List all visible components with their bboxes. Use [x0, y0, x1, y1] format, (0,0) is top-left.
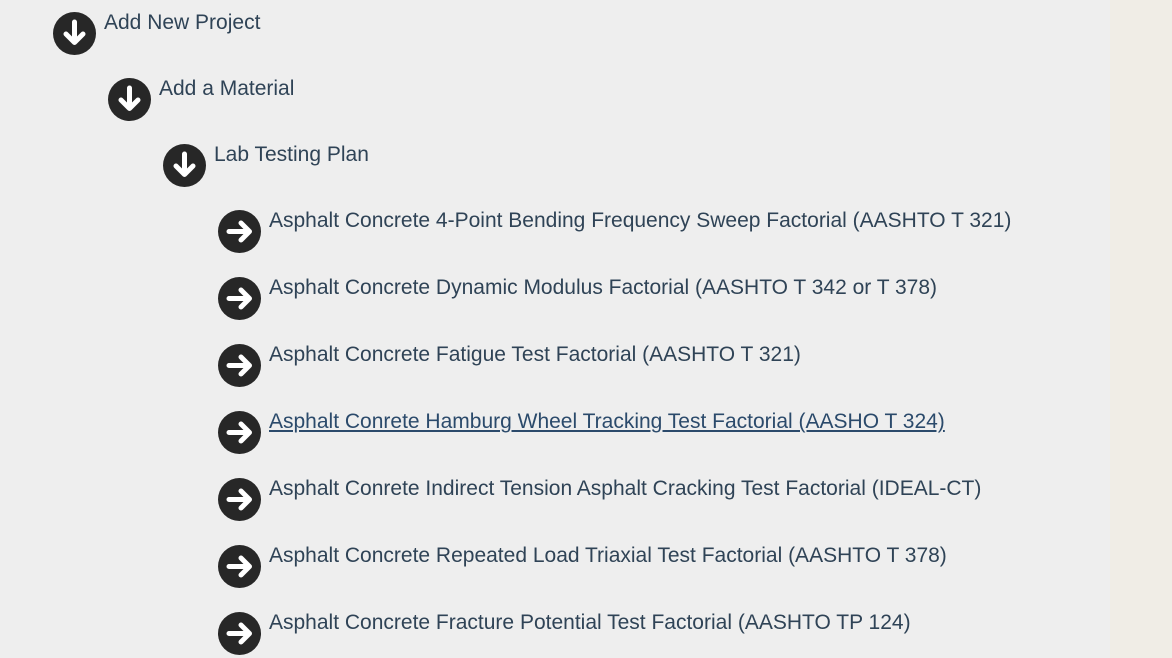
- arrow-right-circle-icon[interactable]: [218, 411, 261, 454]
- test-factorial-item[interactable]: Asphalt Concrete Fracture Potential Test…: [218, 611, 911, 657]
- arrow-right-circle-icon[interactable]: [218, 210, 261, 253]
- test-factorial-link[interactable]: Asphalt Conrete Indirect Tension Asphalt…: [269, 477, 981, 501]
- arrow-down-circle-icon[interactable]: [163, 144, 206, 187]
- test-factorial-item[interactable]: Asphalt Conrete Indirect Tension Asphalt…: [218, 477, 981, 523]
- arrow-right-circle-icon[interactable]: [218, 478, 261, 521]
- test-factorial-link[interactable]: Asphalt Concrete Fracture Potential Test…: [269, 611, 911, 635]
- test-factorial-item[interactable]: Asphalt Concrete Repeated Load Triaxial …: [218, 544, 947, 590]
- arrow-right-circle-icon[interactable]: [218, 612, 261, 655]
- tree-node-add-new-project[interactable]: Add New Project: [53, 11, 260, 57]
- tree-node-label[interactable]: Add New Project: [104, 11, 260, 35]
- arrow-right-circle-icon[interactable]: [218, 277, 261, 320]
- arrow-right-circle-icon[interactable]: [218, 344, 261, 387]
- tree-node-add-a-material[interactable]: Add a Material: [108, 77, 294, 123]
- tree-node-lab-testing-plan[interactable]: Lab Testing Plan: [163, 143, 369, 189]
- test-factorial-link[interactable]: Asphalt Concrete 4-Point Bending Frequen…: [269, 209, 1011, 233]
- test-factorial-link[interactable]: Asphalt Concrete Dynamic Modulus Factori…: [269, 276, 937, 300]
- test-factorial-link[interactable]: Asphalt Concrete Fatigue Test Factorial …: [269, 343, 801, 367]
- content-panel: Add New Project Add a Material Lab Testi…: [0, 0, 1110, 658]
- arrow-down-circle-icon[interactable]: [108, 78, 151, 121]
- test-factorial-link[interactable]: Asphalt Concrete Repeated Load Triaxial …: [269, 544, 947, 568]
- arrow-right-circle-icon[interactable]: [218, 545, 261, 588]
- tree-node-label[interactable]: Add a Material: [159, 77, 294, 101]
- test-factorial-item[interactable]: Asphalt Concrete 4-Point Bending Frequen…: [218, 209, 1011, 255]
- test-factorial-item[interactable]: Asphalt Concrete Dynamic Modulus Factori…: [218, 276, 937, 322]
- tree-node-label[interactable]: Lab Testing Plan: [214, 143, 369, 167]
- test-factorial-item[interactable]: Asphalt Concrete Fatigue Test Factorial …: [218, 343, 801, 389]
- test-factorial-link-hovered[interactable]: Asphalt Conrete Hamburg Wheel Tracking T…: [269, 410, 945, 434]
- test-factorial-item[interactable]: Asphalt Conrete Hamburg Wheel Tracking T…: [218, 410, 945, 456]
- arrow-down-circle-icon[interactable]: [53, 12, 96, 55]
